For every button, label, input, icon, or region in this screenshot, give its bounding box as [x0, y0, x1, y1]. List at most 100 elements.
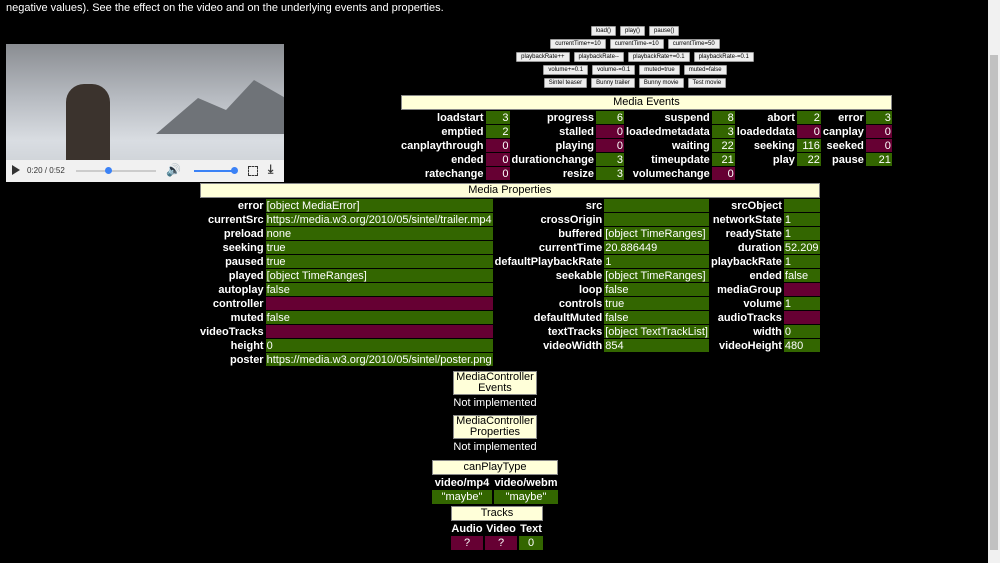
property-value: 1	[783, 213, 820, 226]
property-name: muted	[230, 311, 264, 324]
action-button[interactable]: volume-=0.1	[592, 65, 636, 75]
intro-text: negative values). See the effect on the …	[6, 2, 444, 14]
action-button[interactable]: muted=true	[639, 65, 680, 75]
event-count: 0	[711, 167, 735, 180]
media-events-table: Media Events loadstart 3 progress 6 suspend 8 a…	[399, 94, 894, 181]
event-name: durationchange	[511, 153, 595, 166]
property-value: true	[265, 255, 493, 268]
property-name: buffered	[558, 227, 603, 240]
event-count: 21	[865, 153, 892, 166]
empty-cell	[604, 353, 709, 366]
empty-cell	[823, 167, 864, 180]
action-button[interactable]: load()	[590, 26, 616, 36]
video-player[interactable]: 0:20 / 0:52 🔊 ⤓	[6, 44, 284, 182]
track-header: Audio	[451, 522, 483, 535]
property-value: 1	[604, 255, 709, 268]
property-value: false	[604, 283, 709, 296]
event-name: loadedmetadata	[626, 125, 710, 138]
event-count: 0	[485, 153, 510, 166]
property-value	[783, 311, 820, 324]
event-count: 8	[711, 111, 735, 124]
property-value: [object TimeRanges]	[604, 227, 709, 240]
action-button[interactable]: play()	[619, 26, 645, 36]
event-row: emptied 2 stalled 0 loadedmetadata 3 loadeddat…	[401, 125, 892, 138]
action-button[interactable]: Bunny movie	[638, 78, 684, 88]
time-display: 0:20 / 0:52	[27, 166, 65, 175]
action-button[interactable]: currentTime-=10	[609, 39, 664, 49]
property-name: seekable	[555, 269, 603, 282]
event-row: ended 0 durationchange 3 timeupdate 21 play 22 p…	[401, 153, 892, 166]
action-button[interactable]: volume+=0.1	[543, 65, 589, 75]
event-name: canplaythrough	[401, 139, 484, 152]
property-name: srcObject	[731, 199, 782, 212]
button-row: Sintel teaser Bunny trailer Bunny movie Tes…	[470, 78, 800, 88]
volume-icon[interactable]: 🔊	[166, 163, 181, 177]
property-name: ended	[749, 269, 782, 282]
video-frame-figure	[66, 84, 110, 164]
type-value: "maybe"	[494, 490, 558, 504]
seek-thumb[interactable]	[105, 167, 112, 174]
action-button[interactable]: currentTime+=10	[550, 39, 606, 49]
property-name: loop	[579, 283, 603, 296]
video-controls: 0:20 / 0:52 🔊 ⤓	[6, 160, 284, 182]
property-name: readyState	[725, 227, 782, 240]
property-name: crossOrigin	[540, 213, 603, 226]
event-name: error	[838, 111, 864, 124]
property-value	[265, 325, 493, 338]
property-name: duration	[737, 241, 782, 254]
event-count: 0	[865, 125, 892, 138]
property-name: played	[228, 269, 264, 282]
seek-bar[interactable]	[76, 170, 156, 172]
action-button[interactable]: pause()	[649, 26, 680, 36]
play-icon[interactable]	[12, 165, 20, 175]
mc-events-title: Events	[478, 382, 512, 394]
action-button[interactable]: currentTime=50	[667, 39, 720, 49]
cut-off-previous-line	[6, 0, 981, 1]
property-row: poster https://media.w3.org/2010/05/sinte…	[200, 353, 820, 366]
action-button[interactable]: muted=false	[683, 65, 727, 75]
action-button[interactable]: playbackRate+=0.1	[627, 52, 690, 62]
property-name: autoplay	[218, 283, 264, 296]
event-name: pause	[832, 153, 864, 166]
event-count: 22	[711, 139, 735, 152]
action-button[interactable]: playbackRate-=0.1	[693, 52, 754, 62]
action-button[interactable]: Bunny trailer	[591, 78, 635, 88]
property-row: currentSrc https://media.w3.org/2010/05/s…	[200, 213, 820, 226]
property-value: 52.209	[783, 241, 820, 254]
type-header: video/mp4	[434, 476, 490, 489]
property-value: 1	[783, 255, 820, 268]
property-value	[604, 213, 709, 226]
track-value: ?	[451, 536, 483, 550]
scrollbar-thumb[interactable]	[990, 55, 998, 550]
property-value: 0	[265, 339, 493, 352]
download-icon[interactable]: ⤓	[268, 162, 273, 177]
event-name: progress	[546, 111, 595, 124]
property-row: muted false defaultMuted false audioTracks	[200, 311, 820, 324]
fullscreen-icon[interactable]	[248, 166, 258, 176]
track-value: 0	[519, 536, 543, 550]
event-count: 0	[796, 125, 821, 138]
property-value	[604, 199, 709, 212]
property-name: videoTracks	[200, 325, 264, 338]
volume-thumb[interactable]	[231, 167, 238, 174]
event-name: volumechange	[632, 167, 710, 180]
property-name: currentSrc	[207, 213, 264, 226]
property-value: 854	[604, 339, 709, 352]
property-name: currentTime	[538, 241, 603, 254]
volume-bar[interactable]	[194, 170, 234, 172]
action-button[interactable]: playbackRate++	[516, 52, 570, 62]
event-count: 3	[711, 125, 735, 138]
media-properties-table: Media Properties error [object MediaError]…	[198, 182, 822, 367]
event-count: 0	[596, 125, 625, 138]
property-value: https://media.w3.org/2010/05/sintel/post…	[265, 353, 493, 366]
event-name: emptied	[441, 125, 484, 138]
property-name: networkState	[712, 213, 782, 226]
action-button[interactable]: playbackRate--	[573, 52, 624, 62]
property-row: seeking true currentTime 20.886449 duration 5…	[200, 241, 820, 254]
track-value: ?	[485, 536, 517, 550]
empty-cell	[495, 353, 603, 366]
action-button[interactable]: Sintel teaser	[543, 78, 588, 88]
action-button[interactable]: Test movie	[687, 78, 727, 88]
property-name: height	[230, 339, 264, 352]
track-header: Video	[486, 522, 516, 535]
